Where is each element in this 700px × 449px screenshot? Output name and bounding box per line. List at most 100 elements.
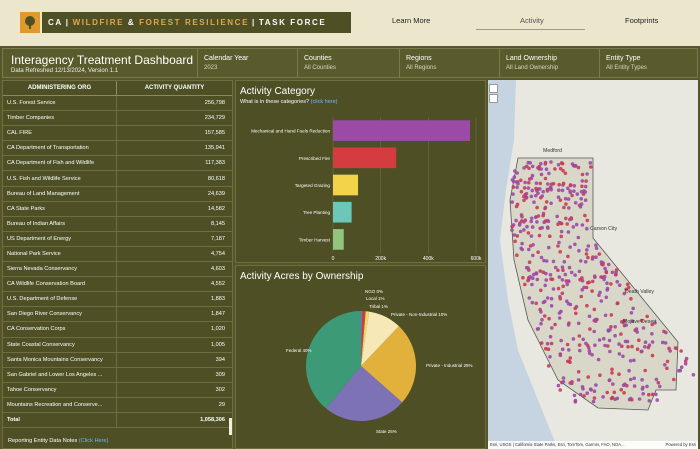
- treatment-point[interactable]: [576, 370, 581, 374]
- treatment-point[interactable]: [565, 299, 569, 303]
- treatment-point[interactable]: [557, 311, 562, 315]
- table-row[interactable]: CA Department of Transportation 135,941: [3, 141, 232, 157]
- treatment-point[interactable]: [654, 392, 658, 397]
- treatment-point[interactable]: [596, 357, 601, 362]
- treatment-point[interactable]: [664, 330, 668, 335]
- treatment-point[interactable]: [583, 260, 588, 264]
- treatment-point[interactable]: [585, 248, 589, 252]
- treatment-point[interactable]: [572, 189, 576, 193]
- treatment-point[interactable]: [530, 164, 535, 169]
- treatment-point[interactable]: [548, 355, 552, 359]
- treatment-point[interactable]: [538, 269, 542, 273]
- treatment-point[interactable]: [530, 225, 535, 229]
- treatment-point[interactable]: [553, 265, 558, 270]
- treatment-point[interactable]: [625, 339, 630, 344]
- treatment-point[interactable]: [588, 161, 593, 165]
- treatment-point[interactable]: [522, 220, 526, 224]
- treatment-point[interactable]: [579, 197, 583, 201]
- treatment-point[interactable]: [561, 376, 566, 380]
- treatment-point[interactable]: [523, 282, 527, 287]
- treatment-point[interactable]: [576, 321, 581, 326]
- table-row[interactable]: U.S. Fish and Wildlife Service 80,618: [3, 171, 232, 187]
- table-row[interactable]: Tahoe Conservancy 302: [3, 382, 232, 398]
- treatment-point[interactable]: [567, 348, 571, 352]
- treatment-point[interactable]: [650, 332, 654, 336]
- treatment-point[interactable]: [551, 259, 556, 264]
- treatment-point[interactable]: [544, 200, 549, 204]
- treatment-point[interactable]: [521, 275, 525, 280]
- treatment-point[interactable]: [559, 234, 563, 239]
- treatment-point[interactable]: [605, 281, 609, 285]
- treatment-point[interactable]: [567, 279, 571, 284]
- treatment-point[interactable]: [599, 275, 603, 279]
- treatment-point[interactable]: [560, 188, 565, 193]
- treatment-point[interactable]: [634, 327, 639, 331]
- treatment-point[interactable]: [665, 359, 670, 364]
- treatment-point[interactable]: [587, 348, 592, 353]
- treatment-point[interactable]: [643, 368, 647, 373]
- treatment-point[interactable]: [621, 354, 625, 359]
- treatment-point[interactable]: [534, 271, 539, 276]
- treatment-point[interactable]: [614, 268, 619, 272]
- treatment-point[interactable]: [526, 231, 531, 235]
- treatment-point[interactable]: [548, 273, 553, 277]
- treatment-point[interactable]: [623, 382, 627, 387]
- treatment-point[interactable]: [570, 381, 574, 386]
- treatment-point[interactable]: [542, 314, 547, 318]
- treatment-point[interactable]: [580, 179, 585, 183]
- treatment-point[interactable]: [529, 234, 534, 238]
- table-row[interactable]: CA Wildlife Conservation Board 4,552: [3, 277, 232, 293]
- table-row[interactable]: Sierra Nevada Conservancy 4,603: [3, 262, 232, 278]
- treatment-point[interactable]: [539, 172, 544, 177]
- treatment-point[interactable]: [590, 279, 595, 284]
- treatment-point[interactable]: [522, 228, 526, 232]
- table-row[interactable]: U.S. Forest Service 256,798: [3, 96, 232, 112]
- treatment-point[interactable]: [561, 380, 566, 384]
- treatment-point[interactable]: [565, 342, 570, 347]
- treatment-point[interactable]: [594, 317, 598, 322]
- treatment-point[interactable]: [547, 316, 551, 321]
- treatment-point[interactable]: [691, 373, 696, 377]
- treatment-point[interactable]: [553, 167, 557, 171]
- treatment-point[interactable]: [567, 265, 572, 270]
- table-row[interactable]: US Department of Energy 7,187: [3, 231, 232, 247]
- treatment-point[interactable]: [543, 206, 547, 211]
- treatment-point[interactable]: [539, 195, 543, 200]
- treatment-point[interactable]: [540, 226, 544, 230]
- treatment-point[interactable]: [597, 338, 602, 342]
- treatment-point[interactable]: [585, 172, 589, 176]
- treatment-point[interactable]: [645, 314, 649, 319]
- treatment-point[interactable]: [594, 383, 598, 387]
- treatment-point[interactable]: [568, 360, 572, 365]
- bar[interactable]: [333, 174, 359, 196]
- treatment-point[interactable]: [604, 295, 609, 300]
- treatment-point[interactable]: [546, 182, 550, 186]
- treatment-point[interactable]: [646, 345, 651, 350]
- treatment-point[interactable]: [547, 171, 551, 176]
- treatment-point[interactable]: [610, 371, 614, 375]
- treatment-point[interactable]: [568, 183, 573, 188]
- nav-footprints[interactable]: Footprints: [625, 16, 658, 25]
- treatment-point[interactable]: [643, 345, 647, 349]
- treatment-point[interactable]: [640, 378, 644, 382]
- treatment-point[interactable]: [620, 344, 624, 349]
- treatment-point[interactable]: [522, 166, 526, 170]
- treatment-point[interactable]: [556, 383, 561, 388]
- treatment-point[interactable]: [612, 390, 617, 395]
- treatment-point[interactable]: [658, 384, 662, 389]
- treatment-point[interactable]: [656, 380, 661, 385]
- treatment-point[interactable]: [609, 282, 613, 286]
- treatment-point[interactable]: [584, 285, 589, 290]
- treatment-point[interactable]: [559, 338, 563, 343]
- treatment-point[interactable]: [559, 229, 564, 234]
- treatment-point[interactable]: [556, 163, 561, 167]
- treatment-point[interactable]: [617, 352, 622, 356]
- treatment-point[interactable]: [558, 198, 563, 202]
- treatment-point[interactable]: [617, 372, 621, 377]
- treatment-point[interactable]: [641, 326, 646, 330]
- treatment-point[interactable]: [537, 233, 542, 238]
- treatment-point[interactable]: [568, 217, 572, 222]
- treatment-point[interactable]: [580, 223, 585, 227]
- treatment-point[interactable]: [590, 353, 594, 357]
- treatment-point[interactable]: [530, 300, 535, 305]
